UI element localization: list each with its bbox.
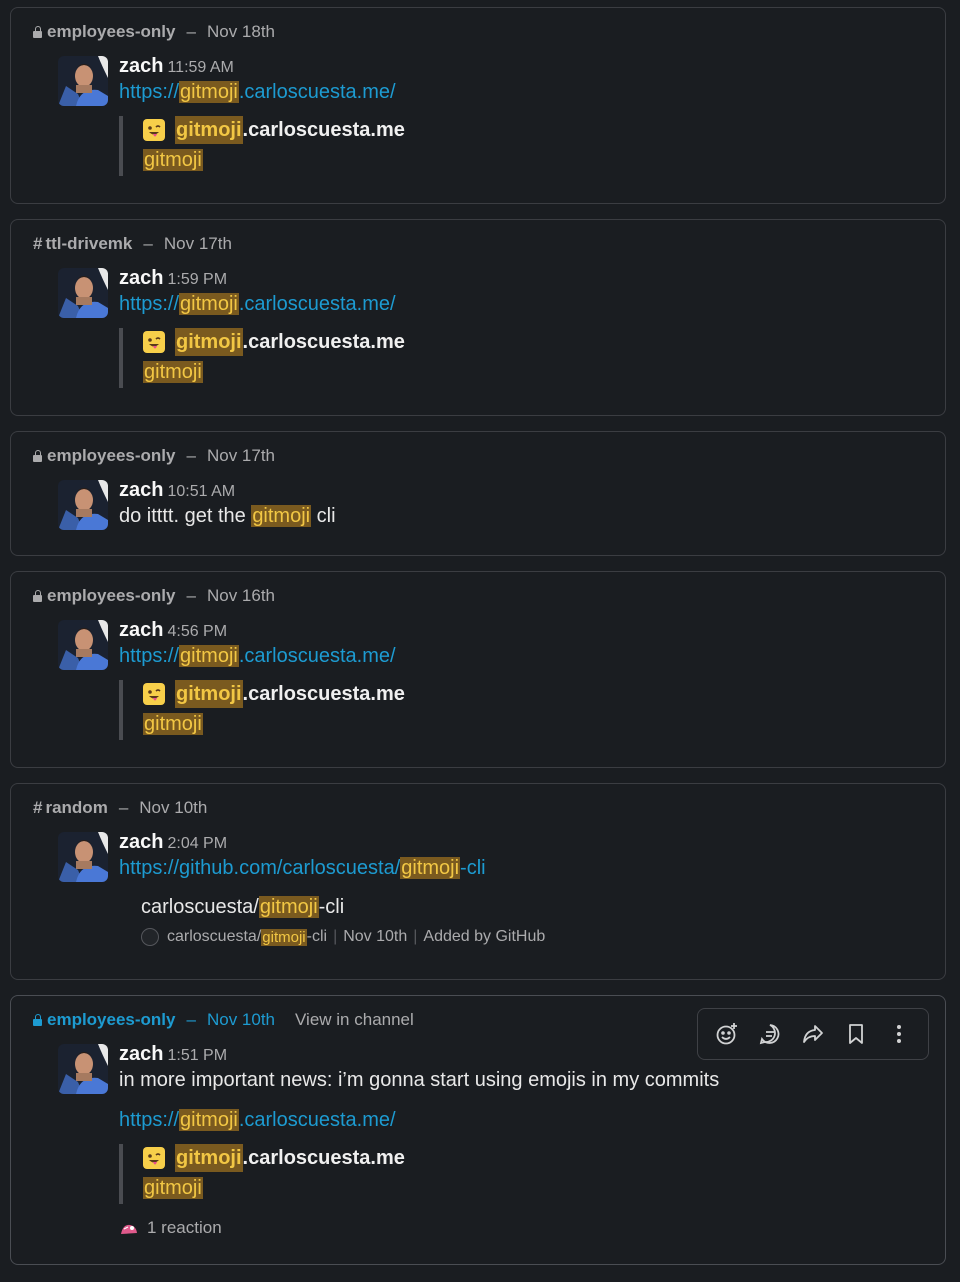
avatar[interactable] [58,268,108,318]
search-result-card[interactable]: employees-only – Nov 16th zach 4:56 PM ht… [10,571,946,768]
unfurl-date: Nov 10th [343,928,408,945]
avatar[interactable] [58,832,108,882]
hash-icon: # [33,234,43,253]
channel-name[interactable]: # random [33,798,108,818]
timestamp[interactable]: 10:51 AM [167,483,235,500]
search-result-card[interactable]: employees-only – Nov 18th zach 11:59 AM h… [10,7,946,204]
link-unfurl: gitmoji .carloscuesta.me gitmoji [119,116,925,176]
message: zach 1:51 PM in more important news: i’m … [119,1042,925,1238]
channel-name[interactable]: employees-only [33,446,176,466]
search-results: employees-only – Nov 18th zach 11:59 AM h… [0,0,960,1282]
search-result-card[interactable]: employees-only – Nov 10th View in channe… [10,995,946,1265]
timestamp[interactable]: 1:51 PM [167,1047,227,1064]
message-date: Nov 18th [206,22,276,41]
username[interactable]: zach [119,831,163,853]
message-date[interactable]: Nov 10th [207,1010,275,1030]
lock-icon [33,589,42,602]
message: zach 2:04 PM https://github.com/carloscue… [119,830,925,946]
username[interactable]: zach [119,1043,163,1065]
added-by: Added by GitHub [423,928,546,945]
timestamp[interactable]: 11:59 AM [167,59,233,76]
timestamp[interactable]: 2:04 PM [167,835,227,852]
lock-icon [33,1013,42,1026]
unfurl-site[interactable]: gitmoji .carloscuesta.me [143,328,925,356]
username[interactable]: zach [119,619,163,641]
reaction-summary[interactable]: 1 reaction [119,1218,925,1238]
result-header: employees-only – Nov 18th [33,22,275,42]
message-link[interactable]: https://gitmoji.carloscuesta.me/ [119,80,925,104]
lock-icon [33,25,42,38]
message-text: in more important news: i’m gonna start … [119,1069,720,1091]
link-unfurl: gitmoji .carloscuesta.me gitmoji [119,1144,925,1204]
gitmoji-favicon-icon [143,683,165,705]
channel-name[interactable]: employees-only [33,586,176,606]
avatar[interactable] [58,620,108,670]
search-result-card[interactable]: # random – Nov 10th zach 2:04 PM https://g… [10,783,946,980]
message-link[interactable]: https://gitmoji.carloscuesta.me/ [119,644,925,668]
message-link[interactable]: https://github.com/carloscuesta/gitmoji-… [119,856,925,880]
unfurl-site[interactable]: gitmoji .carloscuesta.me [143,680,925,708]
gitmoji-favicon-icon [143,1147,165,1169]
unfurl-site[interactable]: gitmoji .carloscuesta.me [143,116,925,144]
github-icon [141,928,159,946]
username[interactable]: zach [119,55,163,77]
message-link[interactable]: https://gitmoji.carloscuesta.me/ [119,1108,925,1132]
message-date: Nov 10th [139,798,208,817]
channel-name[interactable]: employees-only [33,22,176,42]
result-header: employees-only – Nov 16th [33,586,275,606]
result-header: employees-only – Nov 17th [33,446,275,466]
avatar[interactable] [58,480,108,530]
lock-icon [33,449,42,462]
message: zach 11:59 AM https://gitmoji.carloscuest… [119,54,925,176]
github-unfurl-footer: carloscuesta/gitmoji -cli | Nov 10th | Ad… [141,928,925,946]
gitmoji-favicon-icon [143,331,165,353]
github-repo-title[interactable]: carloscuesta/gitmoji-cli [141,894,925,920]
avatar[interactable] [58,1044,108,1094]
message: zach 1:59 PM https://gitmoji.carloscuesta… [119,266,925,388]
search-result-card[interactable]: # ttl-drivemk – Nov 17th zach 1:59 PM http… [10,219,946,416]
hash-icon: # [33,798,43,817]
message-text: do itttt. get the gitmoji cli [119,505,336,527]
username[interactable]: zach [119,479,163,501]
link-unfurl: gitmoji .carloscuesta.me gitmoji [119,680,925,740]
result-header: # ttl-drivemk – Nov 17th [33,234,232,254]
message-link[interactable]: https://gitmoji.carloscuesta.me/ [119,292,925,316]
unfurl-title: gitmoji [143,1177,203,1199]
unfurl-title: gitmoji [143,361,203,383]
reaction-emoji-icon [121,1224,137,1234]
message: zach 10:51 AM do itttt. get the gitmoji c… [119,478,925,528]
result-header: employees-only – Nov 10th View in channe… [33,1010,414,1030]
timestamp[interactable]: 1:59 PM [167,271,227,288]
gitmoji-favicon-icon [143,119,165,141]
link-unfurl: gitmoji .carloscuesta.me gitmoji [119,328,925,388]
unfurl-site[interactable]: gitmoji .carloscuesta.me [143,1144,925,1172]
view-in-channel-link[interactable]: View in channel [295,1010,414,1030]
timestamp[interactable]: 4:56 PM [167,623,227,640]
github-unfurl: carloscuesta/gitmoji-cli carloscuesta/gi… [141,894,925,946]
result-header: # random – Nov 10th [33,798,208,818]
avatar[interactable] [58,56,108,106]
message-date: Nov 17th [163,234,232,253]
message: zach 4:56 PM https://gitmoji.carloscuesta… [119,618,925,740]
unfurl-title: gitmoji [143,713,203,735]
message-date: Nov 16th [206,586,276,605]
search-result-card[interactable]: employees-only – Nov 17th zach 10:51 AM d… [10,431,946,556]
unfurl-title: gitmoji [143,149,203,171]
username[interactable]: zach [119,267,163,289]
channel-name[interactable]: employees-only [33,1010,176,1030]
message-date: Nov 17th [206,446,276,465]
channel-name[interactable]: # ttl-drivemk [33,234,132,254]
